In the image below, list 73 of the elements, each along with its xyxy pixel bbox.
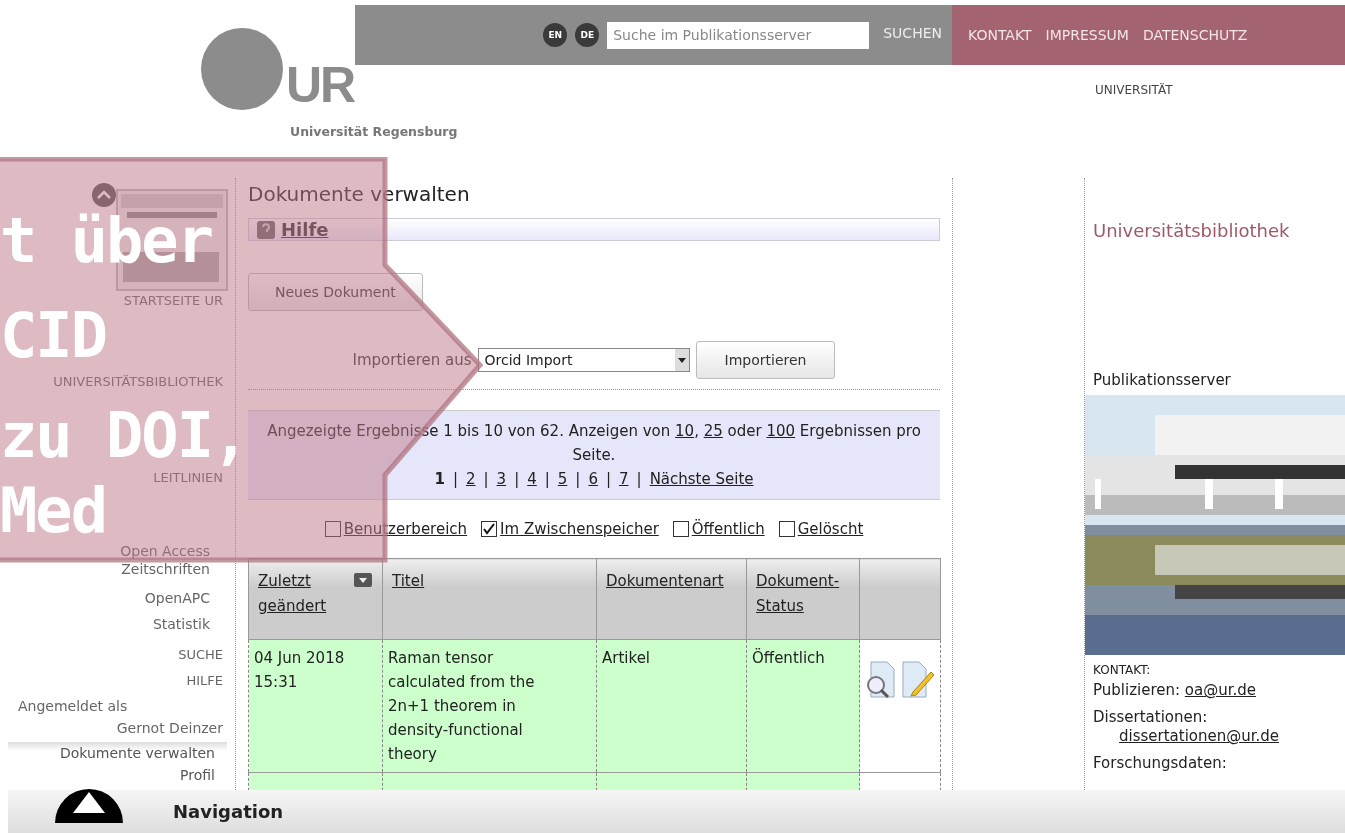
checkbox[interactable] — [481, 521, 498, 537]
page-link[interactable]: 2 — [465, 470, 476, 488]
checkbox[interactable] — [324, 521, 341, 537]
filter-option[interactable]: Öffentlich — [672, 520, 765, 538]
email-link[interactable]: dissertationen@ur.de — [1119, 727, 1280, 745]
search-field[interactable]: Suche im Publikationsserver — [607, 21, 870, 49]
column-header[interactable]: Titel — [392, 569, 425, 594]
filter-option[interactable]: Benutzerbereich — [324, 520, 468, 538]
logo-text: UR — [286, 60, 355, 110]
contact-entry: Forschungsdaten: — [1093, 754, 1228, 773]
checkbox[interactable] — [778, 521, 795, 537]
separator: | — [575, 470, 581, 488]
new-document-button[interactable]: Neues Dokument — [248, 273, 423, 311]
help-icon — [257, 220, 275, 239]
logo-icon — [200, 28, 284, 110]
sidebar-item[interactable]: Open Access Zeitschriften — [60, 542, 210, 578]
callout-text: zu DOI, — [0, 405, 248, 467]
page-link[interactable]: 1 — [434, 470, 445, 488]
page-size-link[interactable]: 100 — [766, 422, 796, 440]
view-document-icon[interactable] — [865, 660, 897, 700]
top-link[interactable]: IMPRESSUM — [1045, 27, 1129, 43]
callout-text: t über — [0, 210, 212, 272]
filter-option[interactable]: Gelöscht — [778, 520, 864, 538]
contact-entry: Dissertationen: dissertationen@ur.de — [1093, 708, 1281, 746]
callout-text: CID — [0, 305, 106, 367]
university-label: UNIVERSITÄT — [1095, 83, 1173, 97]
filter-option[interactable]: Im Zwischenspeicher — [481, 520, 659, 538]
page-link[interactable]: 5 — [557, 470, 568, 488]
page-link[interactable]: 4 — [527, 470, 537, 488]
import-button[interactable]: Importieren — [695, 341, 836, 379]
table-cell: Öffentlich — [746, 639, 860, 773]
next-page-link[interactable]: Nächste Seite — [649, 470, 754, 488]
page-size-link[interactable]: 10 — [675, 422, 695, 440]
logo-caption: Universität Regensburg — [290, 124, 458, 139]
library-heading: Universitätsbibliothek — [1093, 220, 1291, 241]
table-cell: Artikel — [596, 639, 747, 773]
separator: | — [544, 470, 550, 488]
sidebar-item[interactable]: Statistik — [152, 615, 210, 633]
page-link[interactable]: 7 — [619, 470, 629, 488]
login-label: Angemeldet als — [18, 698, 128, 714]
language-button[interactable]: DE — [575, 23, 600, 47]
contact-entry: Publizieren: oa@ur.de — [1093, 681, 1257, 700]
page-title: Dokumente verwalten — [248, 182, 471, 206]
contact-label: KONTAKT: — [1093, 663, 1152, 677]
language-button[interactable]: EN — [543, 23, 568, 47]
caret-icon — [674, 349, 689, 371]
navigation-label[interactable]: Navigation — [173, 801, 284, 822]
page-link[interactable]: 3 — [496, 470, 507, 488]
separator: | — [483, 470, 489, 488]
top-link[interactable]: DATENSCHUTZ — [1142, 27, 1248, 43]
sidebar-item[interactable]: SUCHE — [178, 646, 223, 663]
image-title: Publikationsserver — [1093, 371, 1232, 389]
sort-icon — [354, 573, 372, 587]
edit-document-icon[interactable] — [901, 660, 935, 700]
email-link[interactable]: oa@ur.de — [1184, 681, 1256, 699]
table-cell: Raman tensor calculated from the 2n+1 theorem in density-functional theory — [382, 639, 597, 773]
user-menu-item[interactable]: Profil — [8, 764, 227, 786]
sidebar-item[interactable]: HILFE — [186, 672, 223, 689]
sidebar-item[interactable]: OpenAPC — [144, 589, 210, 607]
user-name: Gernot Deinzer — [116, 720, 223, 736]
separator: | — [605, 470, 611, 488]
checkbox[interactable] — [672, 521, 689, 537]
import-select[interactable]: Orcid Import — [477, 348, 690, 372]
callout-text: Med — [0, 480, 106, 542]
page-size-link[interactable]: 25 — [703, 422, 723, 440]
top-link[interactable]: KONTAKT — [968, 27, 1032, 43]
table-cell: 04 Jun 2018 15:31 — [248, 639, 383, 773]
import-label: Importieren aus — [352, 351, 472, 369]
separator: | — [514, 470, 520, 488]
results-summary: Angezeigte Ergebnisse 1 bis 10 von 62. Anzeigen von 10, 25 oder 100 Ergebnissen pro Seite. — [266, 421, 922, 466]
page-link[interactable]: 6 — [588, 470, 598, 488]
separator: | — [636, 470, 642, 488]
separator: | — [452, 470, 458, 488]
